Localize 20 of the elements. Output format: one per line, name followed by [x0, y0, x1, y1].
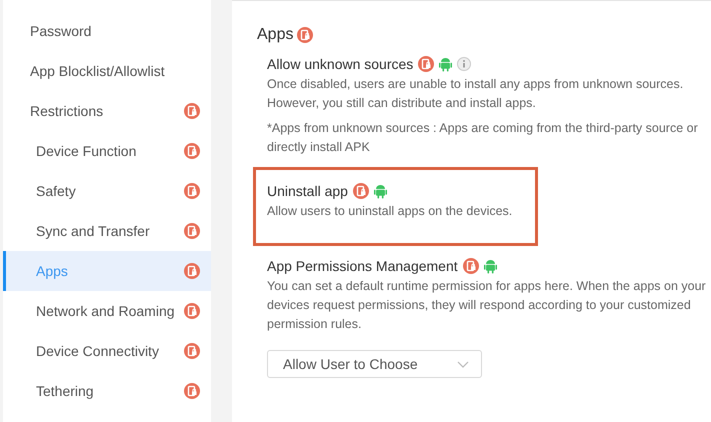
- sidebar-item[interactable]: Tethering: [3, 371, 211, 411]
- chevron-down-icon: [457, 360, 469, 368]
- setting-description: *Apps from unknown sources : Apps are coming from the third-party source or directly install APK: [267, 120, 699, 156]
- setting-description: Once disabled, users are unable to install any apps from unknown sources. However, you still can distribute and install apps.: [267, 76, 684, 112]
- sidebar-item[interactable]: Sync and Transfer: [3, 211, 211, 251]
- permission-select[interactable]: Allow User to Choose: [267, 350, 482, 378]
- setting-description: You can set a default runtime permission for apps here. When the apps on your devices request permissions, they will respond according to your customized permission rules.: [267, 278, 707, 333]
- setting-title: Allow unknown sources: [267, 56, 414, 72]
- sidebar-item[interactable]: App Blocklist/Allowlist: [3, 51, 211, 91]
- info-icon[interactable]: [457, 57, 472, 71]
- section-title: Apps: [257, 26, 294, 44]
- sidebar-item[interactable]: Network and Roaming: [3, 291, 211, 331]
- sidebar-item[interactable]: Device Function: [3, 131, 211, 171]
- sidebar-item[interactable]: Restrictions: [3, 91, 211, 131]
- sidebar-item[interactable]: Device Connectivity: [3, 331, 211, 371]
- sidebar-item[interactable]: Safety: [3, 171, 211, 211]
- sidebar-item[interactable]: Password: [3, 11, 211, 51]
- setting-title: Uninstall app: [267, 183, 348, 199]
- setting-description: Allow users to uninstall apps on the devices.: [267, 203, 514, 220]
- setting-title: App Permissions Management: [267, 258, 458, 274]
